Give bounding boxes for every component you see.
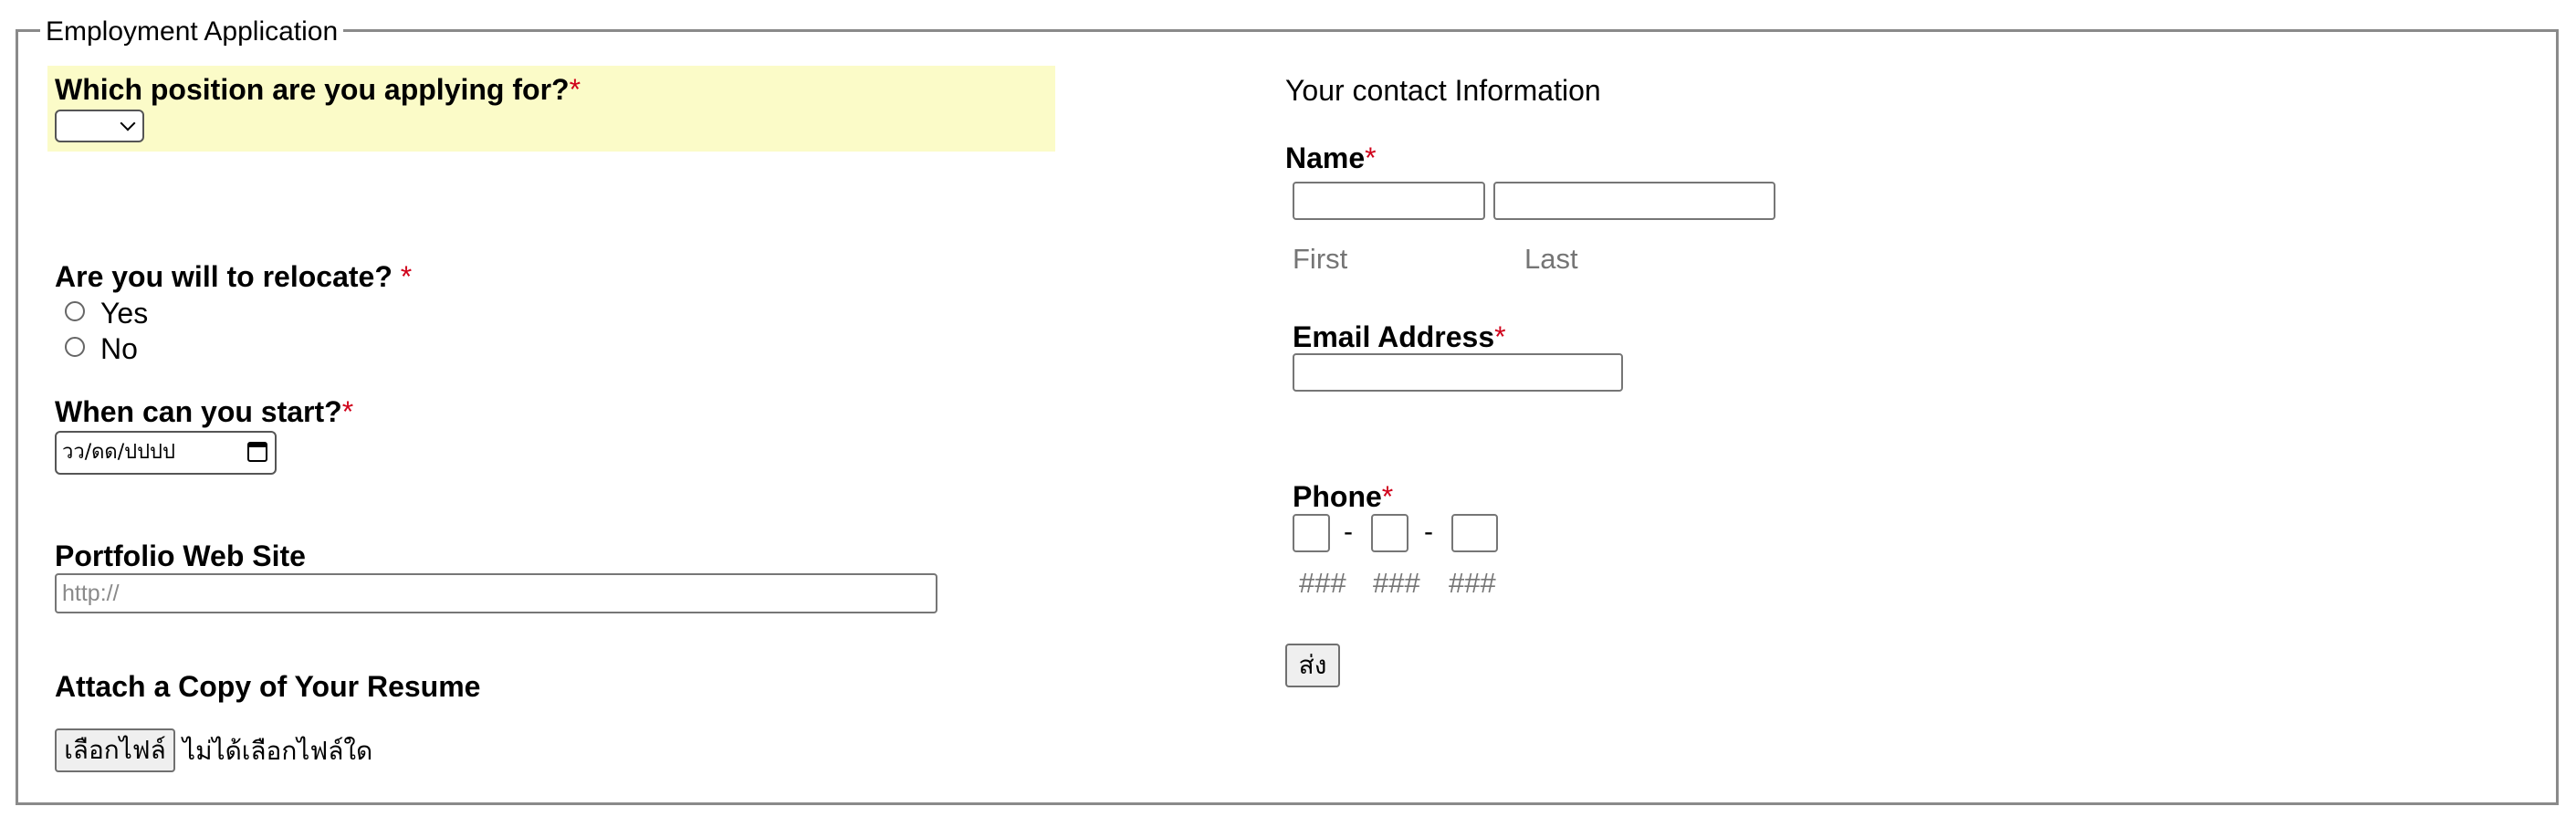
phone-prefix-hint: ### [1373, 567, 1420, 599]
choose-file-button[interactable]: เลือกไฟล์ [55, 728, 175, 772]
phone-area-hint: ### [1299, 567, 1346, 599]
phone-line-hint: ### [1449, 567, 1496, 599]
email-question: Email Address* [1293, 319, 1506, 354]
required-mark: * [1365, 141, 1377, 174]
relocate-label: Are you will to relocate? [55, 260, 401, 293]
relocate-no-radio[interactable] [65, 337, 85, 357]
file-status: ไม่ได้เลือกไฟล์ใด [183, 737, 373, 765]
last-name-input[interactable] [1493, 182, 1775, 220]
phone-area-input[interactable] [1293, 514, 1330, 552]
calendar-icon[interactable] [247, 442, 267, 462]
phone-prefix-input[interactable] [1371, 514, 1408, 552]
email-label: Email Address [1293, 320, 1495, 353]
relocate-yes-radio[interactable] [65, 301, 85, 321]
relocate-question: Are you will to relocate? * [55, 259, 412, 294]
required-mark: * [1381, 480, 1394, 513]
name-label: Name [1285, 141, 1366, 174]
phone-line-input[interactable] [1451, 514, 1498, 552]
name-question: Name* [1285, 141, 1377, 175]
portfolio-url-input[interactable]: http:// [55, 573, 937, 613]
email-input[interactable] [1293, 353, 1623, 392]
position-question: Which position are you applying for?* [55, 72, 581, 107]
relocate-no-label: No [100, 332, 138, 365]
portfolio-question: Portfolio Web Site [55, 539, 306, 573]
resume-question: Attach a Copy of Your Resume [55, 669, 480, 704]
phone-separator: - [1344, 517, 1353, 547]
phone-label: Phone [1293, 480, 1382, 513]
resume-label: Attach a Copy of Your Resume [55, 670, 481, 703]
relocate-yes-label: Yes [100, 297, 149, 330]
portfolio-label: Portfolio Web Site [55, 539, 306, 572]
position-select[interactable] [55, 110, 144, 142]
contact-heading: Your contact Information [1285, 74, 1601, 107]
portfolio-placeholder: http:// [62, 581, 120, 606]
position-label: Which position are you applying for? [55, 73, 570, 106]
required-mark: * [341, 395, 354, 428]
first-name-input[interactable] [1293, 182, 1485, 220]
start-date-value: วว/ดด/ปปปป [62, 441, 175, 464]
start-date-input[interactable]: วว/ดด/ปปปป [55, 431, 277, 475]
required-mark: * [569, 73, 581, 106]
form-legend: Employment Application [40, 16, 344, 47]
phone-question: Phone* [1293, 479, 1393, 514]
start-question: When can you start?* [55, 394, 353, 429]
start-label: When can you start? [55, 395, 342, 428]
submit-button[interactable]: ส่ง [1285, 644, 1340, 687]
last-name-hint: Last [1524, 243, 1578, 275]
required-mark: * [400, 260, 413, 293]
first-name-hint: First [1293, 243, 1348, 275]
required-mark: * [1494, 320, 1506, 353]
chevron-down-icon [120, 115, 136, 131]
phone-separator: - [1424, 517, 1433, 547]
